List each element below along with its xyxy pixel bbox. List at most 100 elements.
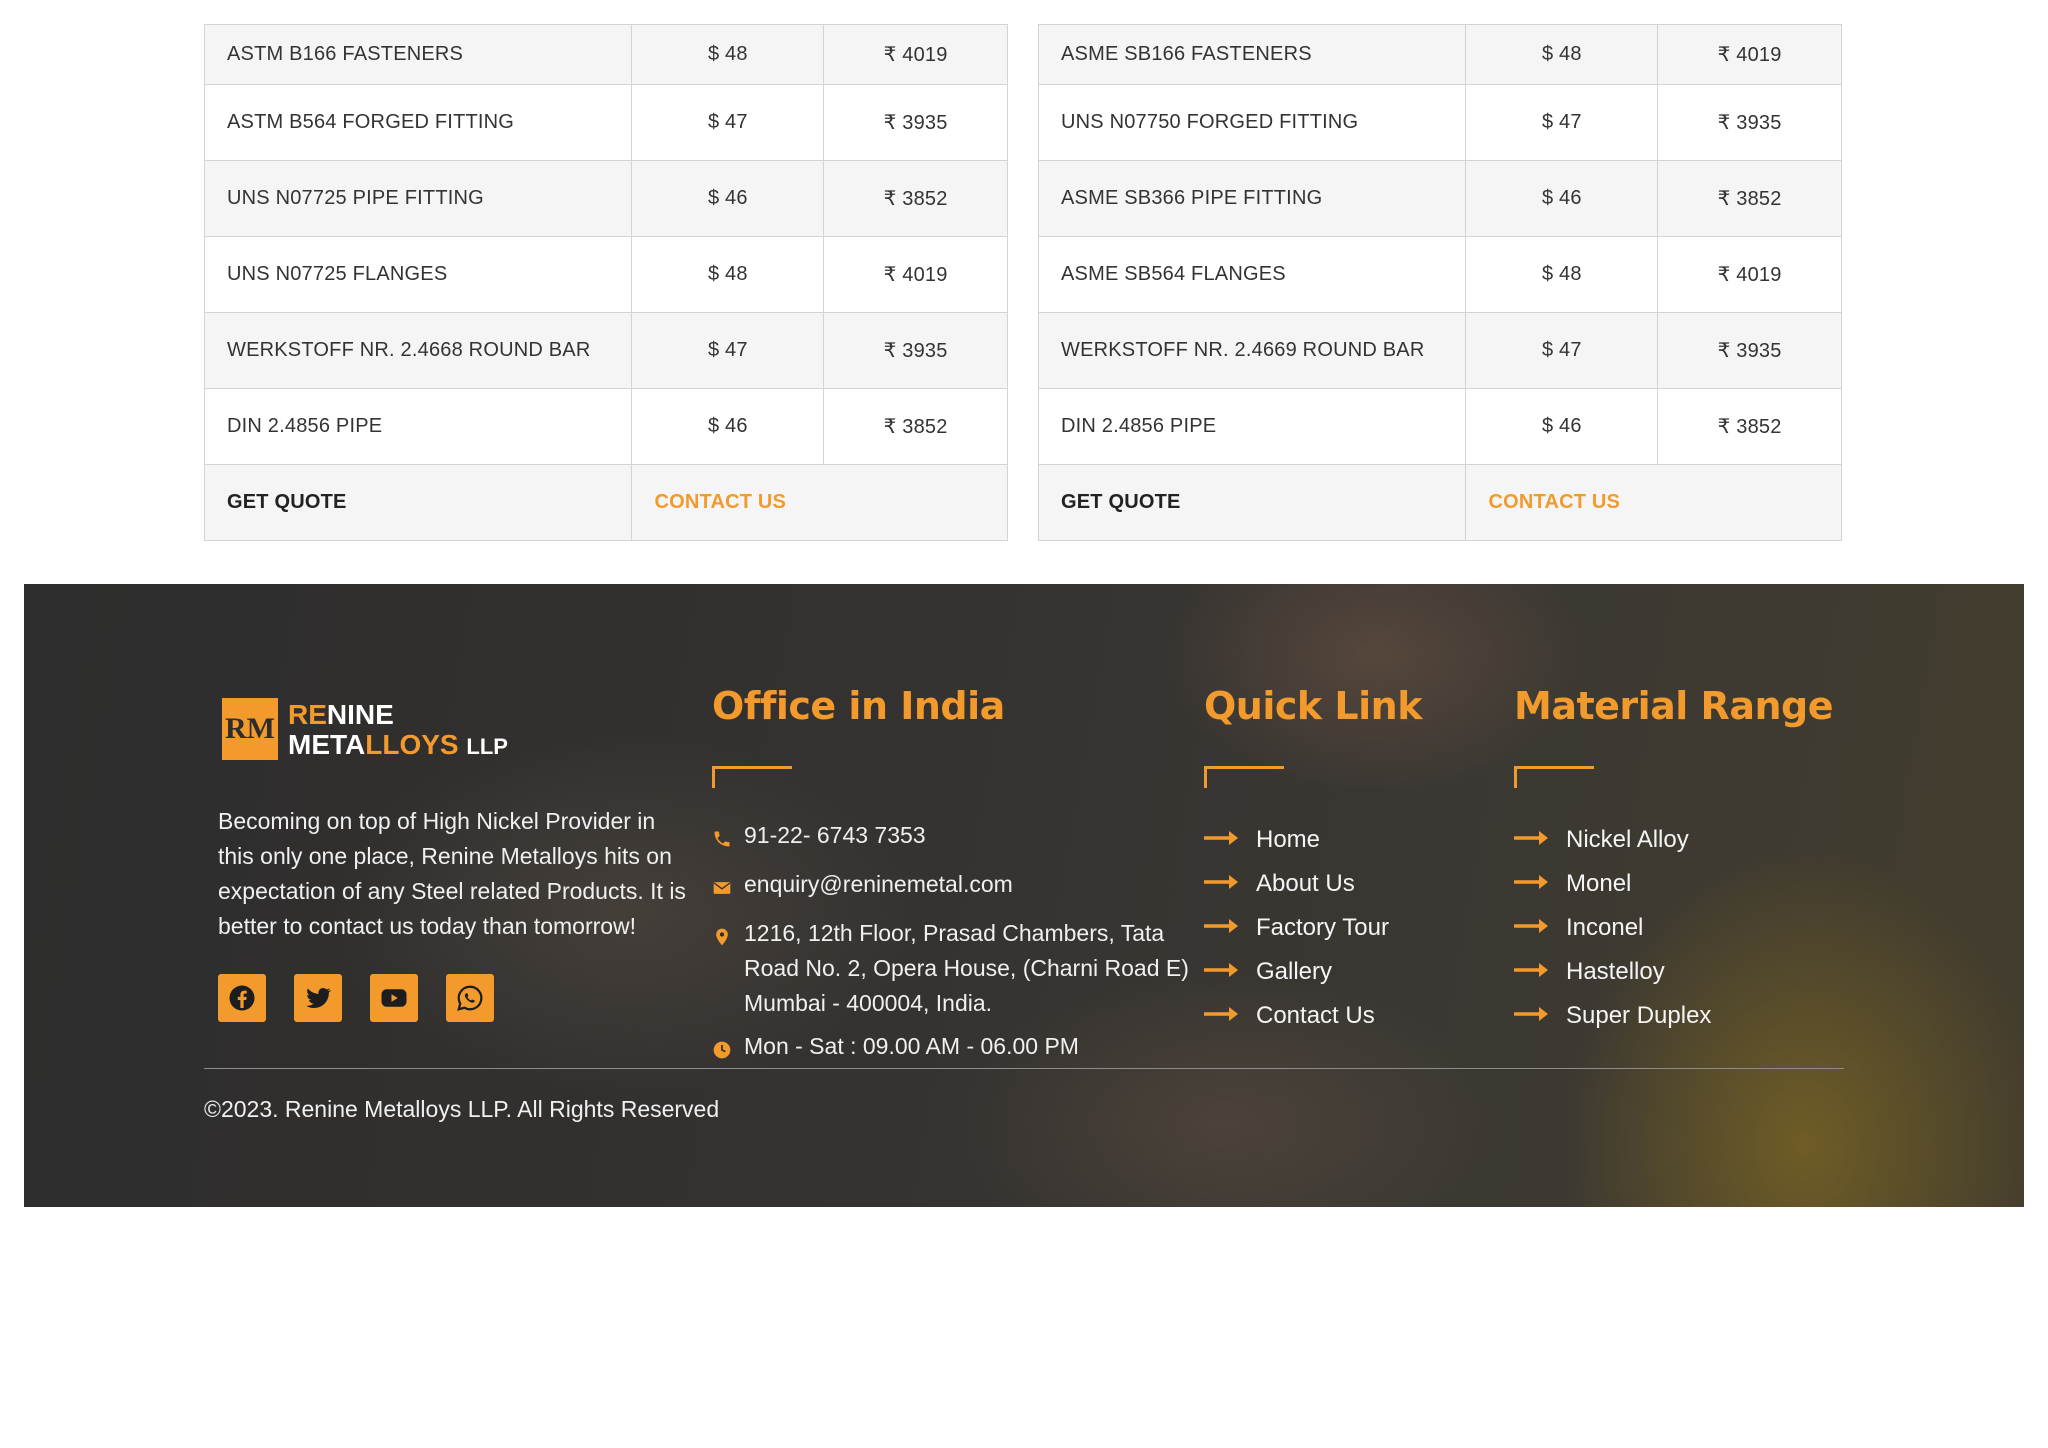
company-logo[interactable]: RM RENINE METALLOYS LLP: [222, 698, 512, 768]
table-row: UNS N07725 FLANGES $ 48 ₹ 4019: [203, 236, 1008, 313]
twitter-icon: [306, 988, 332, 1008]
table-row: ASME SB166 FASTENERS $ 48 ₹ 4019: [1037, 24, 1842, 85]
quick-link-home[interactable]: Home: [1204, 818, 1389, 862]
quick-link-label: Home: [1256, 826, 1321, 853]
about-text: Becoming on top of High Nickel Provider …: [218, 808, 686, 939]
table-row: UNS N07725 PIPE FITTING $ 46 ₹ 3852: [203, 160, 1008, 237]
office-title: Office in India: [712, 684, 1005, 728]
whatsapp-button[interactable]: [446, 974, 494, 1022]
price-inr: ₹ 4019: [823, 236, 1008, 313]
phone-number: 91-22- 6743 7353: [744, 822, 926, 848]
material-link-hastelloy[interactable]: Hastelloy: [1514, 950, 1711, 994]
product-name: DIN 2.4856 PIPE: [203, 388, 633, 465]
whatsapp-icon: [457, 985, 483, 1011]
quick-link-about[interactable]: About Us: [1204, 862, 1389, 906]
quick-link-label: Contact Us: [1256, 1002, 1375, 1029]
product-name: ASTM B564 FORGED FITTING: [203, 84, 633, 161]
arrow-right-icon: [1514, 831, 1548, 845]
quick-link-title: Quick Link: [1204, 684, 1422, 728]
logo-word-accent: RE: [288, 699, 327, 730]
price-inr: ₹ 3935: [1657, 84, 1842, 161]
email-address: enquiry@reninemetal.com: [744, 871, 1013, 897]
youtube-icon: [381, 989, 407, 1007]
facebook-button[interactable]: [218, 974, 266, 1022]
footer-divider: [204, 1068, 1844, 1069]
price-usd: $ 47: [631, 312, 825, 389]
youtube-button[interactable]: [370, 974, 418, 1022]
contact-us-link[interactable]: CONTACT US: [654, 491, 786, 513]
table-row: WERKSTOFF NR. 2.4668 ROUND BAR $ 47 ₹ 39…: [203, 312, 1008, 389]
price-usd: $ 46: [1465, 160, 1659, 237]
quick-link-list: Home About Us Factory Tour Gallery Conta…: [1204, 818, 1389, 1038]
material-link-label: Super Duplex: [1566, 1002, 1712, 1029]
price-usd: $ 47: [1465, 312, 1659, 389]
material-range-title: Material Range: [1514, 684, 1834, 728]
table-row: ASTM B564 FORGED FITTING $ 47 ₹ 3935: [203, 84, 1008, 161]
price-usd: $ 46: [631, 160, 825, 237]
product-name: ASME SB166 FASTENERS: [1037, 24, 1467, 85]
material-link-super-duplex[interactable]: Super Duplex: [1514, 994, 1711, 1038]
arrow-right-icon: [1204, 875, 1238, 889]
quick-link-contact[interactable]: Contact Us: [1204, 994, 1389, 1038]
price-inr: ₹ 4019: [1657, 24, 1842, 85]
office-address: 1216, 12th Floor, Prasad Chambers, Tata …: [744, 920, 1189, 1016]
material-link-inconel[interactable]: Inconel: [1514, 906, 1711, 950]
quick-link-factory-tour[interactable]: Factory Tour: [1204, 906, 1389, 950]
arrow-right-icon: [1204, 963, 1238, 977]
product-name: WERKSTOFF NR. 2.4668 ROUND BAR: [203, 312, 633, 389]
table-row: WERKSTOFF NR. 2.4669 ROUND BAR $ 47 ₹ 39…: [1037, 312, 1842, 389]
price-usd: $ 47: [631, 84, 825, 161]
arrow-right-icon: [1514, 1007, 1548, 1021]
material-link-monel[interactable]: Monel: [1514, 862, 1711, 906]
material-link-nickel-alloy[interactable]: Nickel Alloy: [1514, 818, 1711, 862]
material-link-label: Monel: [1566, 870, 1632, 897]
envelope-icon: [713, 882, 731, 894]
hours-item: Mon - Sat : 09.00 AM - 06.00 PM: [712, 1029, 1202, 1070]
phone-item[interactable]: 91-22- 6743 7353: [712, 818, 1202, 859]
product-name: ASME SB564 FLANGES: [1037, 236, 1467, 313]
material-range-title-rule: [1514, 766, 1594, 788]
material-range-list: Nickel Alloy Monel Inconel Hastelloy Sup…: [1514, 818, 1711, 1038]
price-inr: ₹ 3935: [823, 84, 1008, 161]
table-row: ASME SB564 FLANGES $ 48 ₹ 4019: [1037, 236, 1842, 313]
price-inr: ₹ 4019: [823, 24, 1008, 85]
quick-link-label: Factory Tour: [1256, 914, 1389, 941]
logo-word-accent-2: LLOYS: [365, 729, 459, 760]
table-row: UNS N07750 FORGED FITTING $ 47 ₹ 3935: [1037, 84, 1842, 161]
quote-row: GET QUOTE CONTACT US: [203, 464, 1008, 541]
material-link-label: Inconel: [1566, 914, 1644, 941]
price-usd: $ 48: [1465, 24, 1659, 85]
arrow-right-icon: [1514, 963, 1548, 977]
map-pin-icon: [716, 928, 728, 946]
clock-icon: [713, 1041, 731, 1059]
product-name: UNS N07725 PIPE FITTING: [203, 160, 633, 237]
office-hours: Mon - Sat : 09.00 AM - 06.00 PM: [744, 1033, 1079, 1059]
price-inr: ₹ 3852: [823, 388, 1008, 465]
logo-mark: RM: [222, 698, 278, 760]
logo-word-prefix: META: [288, 729, 366, 760]
quick-link-gallery[interactable]: Gallery: [1204, 950, 1389, 994]
price-usd: $ 48: [1465, 236, 1659, 313]
price-tables-section: ASTM B166 FASTENERS $ 48 ₹ 4019 ASTM B56…: [0, 0, 2048, 560]
price-inr: ₹ 3852: [823, 160, 1008, 237]
table-row: DIN 2.4856 PIPE $ 46 ₹ 3852: [203, 388, 1008, 465]
price-usd: $ 46: [1465, 388, 1659, 465]
material-link-label: Hastelloy: [1566, 958, 1665, 985]
price-table-left: ASTM B166 FASTENERS $ 48 ₹ 4019 ASTM B56…: [203, 24, 1008, 541]
price-inr: ₹ 3852: [1657, 160, 1842, 237]
price-usd: $ 46: [631, 388, 825, 465]
material-link-label: Nickel Alloy: [1566, 826, 1689, 853]
product-name: ASME SB366 PIPE FITTING: [1037, 160, 1467, 237]
product-name: WERKSTOFF NR. 2.4669 ROUND BAR: [1037, 312, 1467, 389]
price-inr: ₹ 3935: [823, 312, 1008, 389]
contact-us-link[interactable]: CONTACT US: [1488, 491, 1620, 513]
product-name: UNS N07750 FORGED FITTING: [1037, 84, 1467, 161]
get-quote-label: GET QUOTE: [1037, 464, 1467, 541]
product-name: ASTM B166 FASTENERS: [203, 24, 633, 85]
email-item[interactable]: enquiry@reninemetal.com: [712, 867, 1202, 908]
contact-us-cell: CONTACT US: [631, 464, 1008, 541]
address-item: 1216, 12th Floor, Prasad Chambers, Tata …: [712, 916, 1202, 1021]
twitter-button[interactable]: [294, 974, 342, 1022]
office-title-rule: [712, 766, 792, 788]
arrow-right-icon: [1204, 1007, 1238, 1021]
